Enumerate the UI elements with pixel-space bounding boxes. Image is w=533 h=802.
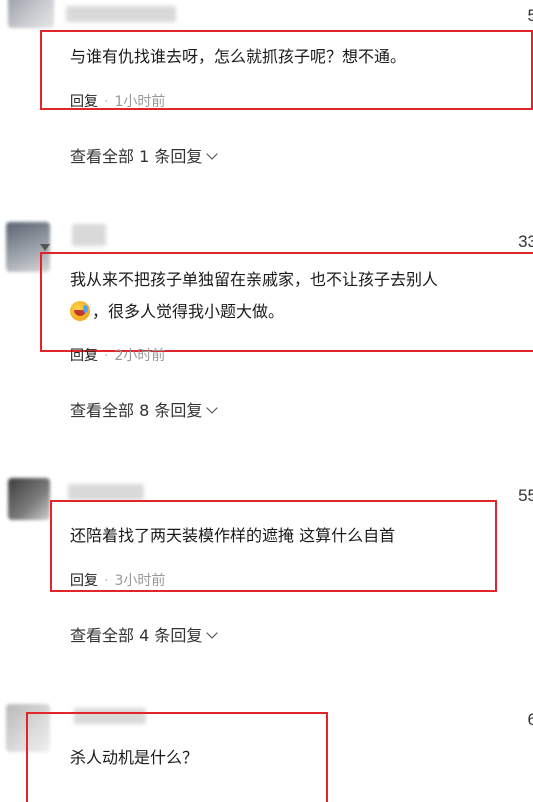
chevron-down-icon	[206, 402, 219, 414]
reply-button[interactable]: 回复	[70, 348, 98, 364]
meta-separator: ·	[104, 573, 109, 589]
chevron-down-icon	[206, 627, 219, 639]
view-all-label: 查看全部 1 条回复	[70, 147, 203, 166]
comment-meta: 回复 · 3小时前	[70, 570, 165, 590]
view-all-replies-button[interactable]: 查看全部 4 条回复	[70, 622, 219, 646]
meta-separator: ·	[104, 348, 109, 364]
like-count: 5	[527, 6, 533, 25]
comment-text-line: 与谁有仇找谁去呀，怎么就抓孩子呢？想不通。	[70, 47, 407, 66]
avatar[interactable]	[8, 478, 50, 520]
cursor-icon	[40, 244, 50, 251]
reply-button[interactable]: 回复	[70, 94, 98, 110]
comment-time: 2小时前	[114, 348, 166, 364]
comment-text-line: ，很多人觉得我小题大做。	[92, 302, 285, 321]
comment-text-line: 杀人动机是什么？	[70, 748, 199, 767]
comment-text: 还陪着找了两天装模作样的遮掩 这算什么自首	[70, 522, 395, 550]
meta-separator: ·	[104, 94, 109, 110]
view-all-replies-button[interactable]: 查看全部 8 条回复	[70, 397, 219, 421]
view-all-label: 查看全部 4 条回复	[70, 626, 203, 645]
comment-text: 杀人动机是什么？	[70, 744, 198, 772]
crying-laughing-emoji-icon	[70, 301, 90, 321]
username-blurred[interactable]	[66, 6, 176, 22]
comment-text-line: 还陪着找了两天装模作样的遮掩 这算什么自首	[70, 526, 396, 545]
comment-meta: 回复 · 2小时前	[70, 345, 165, 365]
like-count: 6	[527, 710, 533, 729]
comment-time: 1小时前	[114, 94, 166, 110]
view-all-label: 查看全部 8 条回复	[70, 401, 203, 420]
comment-text-line-2: ，很多人觉得我小题大做。	[70, 298, 438, 326]
reply-button[interactable]: 回复	[70, 573, 98, 589]
avatar[interactable]	[8, 0, 54, 28]
comment-meta: 回复 · 1小时前	[70, 91, 165, 111]
username-blurred[interactable]	[72, 224, 106, 246]
like-count: 55	[518, 486, 533, 505]
comment-text: 我从来不把孩子单独留在亲戚家，也不让孩子去别人 ，很多人觉得我小题大做。	[70, 266, 438, 326]
comment-time: 3小时前	[114, 573, 166, 589]
username-blurred[interactable]	[68, 484, 144, 500]
comment-text-line: 我从来不把孩子单独留在亲戚家，也不让孩子去别人	[70, 270, 439, 289]
view-all-replies-button[interactable]: 查看全部 1 条回复	[70, 143, 219, 167]
comment-text: 与谁有仇找谁去呀，怎么就抓孩子呢？想不通。	[70, 43, 406, 71]
chevron-down-icon	[206, 148, 219, 160]
like-count: 33	[518, 232, 533, 251]
